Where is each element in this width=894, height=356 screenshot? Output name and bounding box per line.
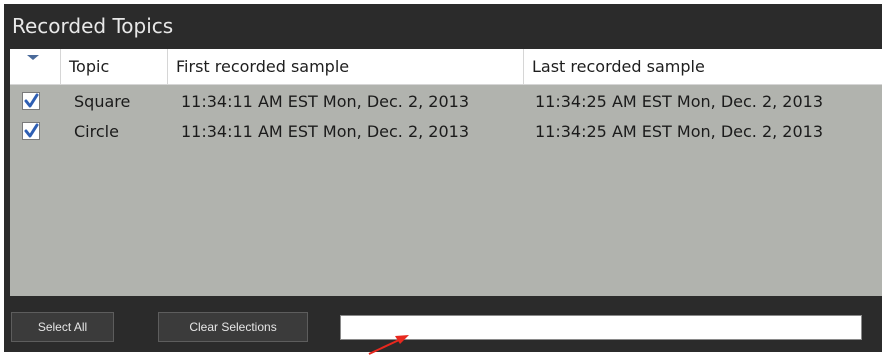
panel-title: Recorded Topics [12,14,174,38]
clear-selections-button[interactable]: Clear Selections [158,312,308,342]
column-header-last-sample[interactable]: Last recorded sample [523,49,878,84]
cell-last-sample: 11:34:25 AM EST Mon, Dec. 2, 2013 [535,92,824,111]
topics-table: Topic First recorded sample Last recorde… [10,49,882,296]
table-row[interactable]: Circle 11:34:11 AM EST Mon, Dec. 2, 2013… [10,117,882,147]
column-header-first-sample[interactable]: First recorded sample [167,49,523,84]
cell-topic: Square [74,92,131,111]
table-row[interactable]: Square 11:34:11 AM EST Mon, Dec. 2, 2013… [10,87,882,117]
checkmark-icon [24,93,39,108]
table-header: Topic First recorded sample Last recorde… [10,49,882,85]
column-header-select[interactable] [10,49,60,84]
annotation-arrow-icon [368,335,409,355]
filter-input[interactable] [340,315,862,340]
column-header-topic[interactable]: Topic [60,49,167,84]
cell-first-sample: 11:34:11 AM EST Mon, Dec. 2, 2013 [181,92,470,111]
checkmark-icon [24,123,39,138]
sort-arrow-icon [27,55,39,60]
row-checkbox[interactable] [22,92,40,110]
row-checkbox[interactable] [22,122,40,140]
cell-first-sample: 11:34:11 AM EST Mon, Dec. 2, 2013 [181,122,470,141]
select-all-button[interactable]: Select All [11,312,114,342]
cell-topic: Circle [74,122,119,141]
cell-last-sample: 11:34:25 AM EST Mon, Dec. 2, 2013 [535,122,824,141]
